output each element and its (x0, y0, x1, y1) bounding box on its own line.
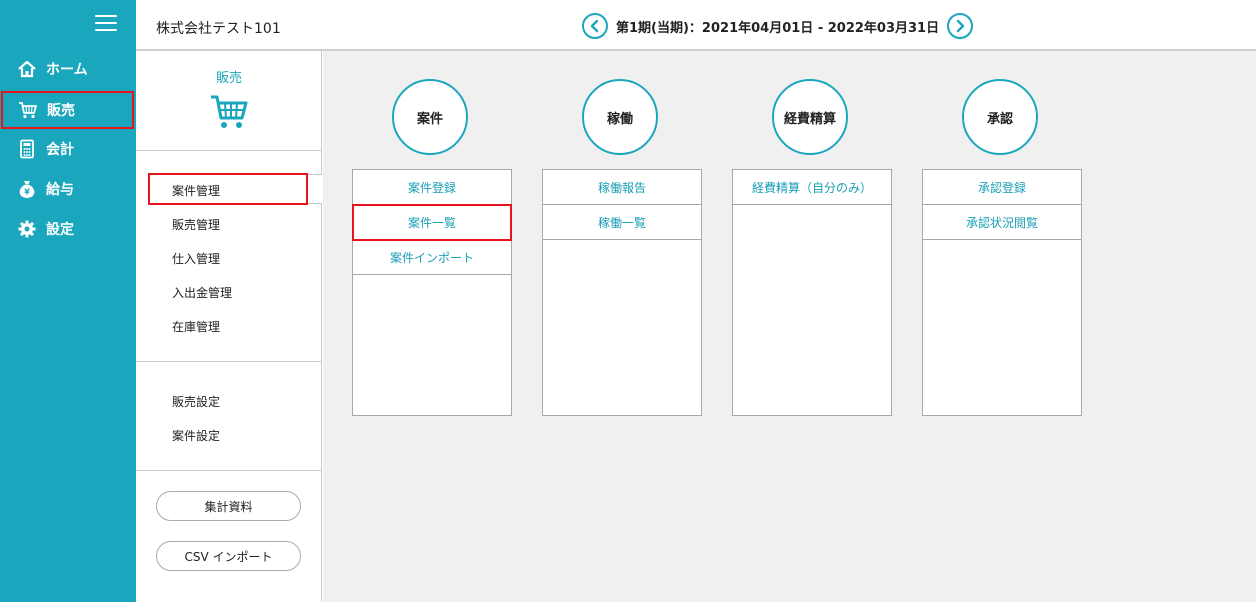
category-expense-circle: 経費精算 (772, 79, 848, 155)
sub-item-purchase-management[interactable]: 仕入管理 (172, 250, 220, 267)
chevron-right-icon (953, 19, 967, 33)
category-operation-circle: 稼働 (582, 79, 658, 155)
money-bag-icon: ¥ (16, 178, 38, 200)
sub-item-sales-settings[interactable]: 販売設定 (172, 393, 220, 410)
nav-item-settings[interactable]: 設定 (0, 210, 136, 248)
nav-item-accounting[interactable]: 会計 (0, 130, 136, 168)
sub-sidebar-title: 販売 (215, 71, 242, 86)
sub-item-sales-management[interactable]: 販売管理 (172, 216, 220, 233)
category-project-circle: 案件 (392, 79, 468, 155)
csv-import-button[interactable]: CSV インポート (156, 541, 301, 571)
sub-item-payment-management[interactable]: 入出金管理 (172, 284, 232, 301)
cart-icon (209, 91, 249, 131)
hamburger-menu-icon[interactable] (95, 15, 117, 33)
period-selector: 第1期(当期)：2021年04月01日 - 2022年03月31日 (582, 13, 974, 39)
divider (136, 470, 322, 471)
next-period-button[interactable] (947, 13, 974, 39)
operation-report-link[interactable]: 稼働報告 (543, 170, 701, 205)
nav-item-label: 販売 (47, 103, 75, 119)
nav-item-sales[interactable]: 販売 (1, 91, 134, 129)
previous-period-button[interactable] (582, 13, 608, 39)
left-nav: ホーム 販売 会計 ¥ 給与 設定 (0, 0, 136, 602)
nav-item-label: 会計 (46, 142, 74, 158)
approval-menu-panel: 承認登録 承認状況閲覧 (922, 169, 1082, 416)
operation-list-link[interactable]: 稼働一覧 (543, 205, 701, 240)
main-content: 案件 案件登録 案件一覧 案件インポート 稼働 稼働報告 稼働一覧 経費精算 経… (323, 51, 1256, 602)
divider (136, 361, 322, 362)
sub-item-project-settings[interactable]: 案件設定 (172, 427, 220, 444)
expense-self-link[interactable]: 経費精算（自分のみ） (733, 170, 891, 205)
nav-item-home[interactable]: ホーム (0, 50, 136, 88)
fiscal-period-label: 第1期(当期)：2021年04月01日 - 2022年03月31日 (616, 20, 940, 36)
cart-icon (17, 99, 39, 121)
chevron-left-icon (588, 19, 602, 33)
project-list-link[interactable]: 案件一覧 (352, 204, 512, 241)
company-name: 株式会社テスト101 (156, 21, 281, 37)
approval-status-link[interactable]: 承認状況閲覧 (923, 205, 1081, 240)
svg-text:¥: ¥ (24, 188, 30, 197)
category-approval-circle: 承認 (962, 79, 1038, 155)
project-menu-panel: 案件登録 案件一覧 案件インポート (352, 169, 512, 416)
sub-item-project-management[interactable]: 案件管理 (172, 182, 220, 199)
top-header: 株式会社テスト101 第1期(当期)：2021年04月01日 - 2022年03… (136, 0, 1256, 51)
operation-menu-panel: 稼働報告 稼働一覧 (542, 169, 702, 416)
sub-sidebar: 販売 案件管理 販売管理 仕入管理 入出金管理 在庫管理 販売設定 案件設定 集… (136, 51, 322, 602)
expense-menu-panel: 経費精算（自分のみ） (732, 169, 892, 416)
nav-item-label: 給与 (46, 182, 74, 198)
nav-item-label: ホーム (46, 62, 88, 78)
approval-register-link[interactable]: 承認登録 (923, 170, 1081, 205)
calculator-icon (16, 138, 38, 160)
project-register-link[interactable]: 案件登録 (353, 170, 511, 205)
project-import-link[interactable]: 案件インポート (353, 240, 511, 275)
aggregate-report-button[interactable]: 集計資料 (156, 491, 301, 521)
nav-item-label: 設定 (46, 222, 74, 238)
nav-item-payroll[interactable]: ¥ 給与 (0, 170, 136, 208)
sub-item-inventory-management[interactable]: 在庫管理 (172, 318, 220, 335)
home-icon (16, 58, 38, 80)
gear-icon (16, 218, 38, 240)
divider (136, 150, 322, 151)
